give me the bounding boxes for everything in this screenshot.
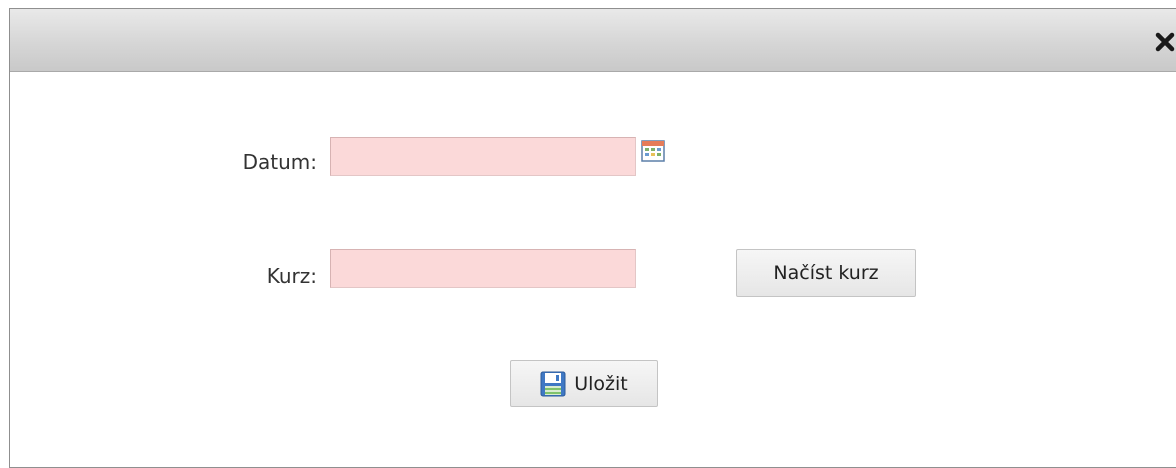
load-rate-button[interactable]: Načíst kurz: [736, 249, 916, 297]
close-icon[interactable]: [1154, 31, 1176, 53]
load-rate-button-label: Načíst kurz: [773, 262, 879, 284]
dialog: Datum: Kurz: Načíst kurz Uložit: [9, 8, 1176, 468]
calendar-icon[interactable]: [641, 140, 665, 162]
dialog-titlebar[interactable]: [10, 9, 1176, 72]
floppy-disk-icon: [540, 371, 566, 397]
date-label: Datum:: [242, 150, 317, 174]
rate-label: Kurz:: [266, 264, 317, 288]
rate-input[interactable]: [330, 249, 636, 288]
save-button[interactable]: Uložit: [510, 360, 658, 407]
date-input[interactable]: [330, 137, 636, 176]
save-button-label: Uložit: [574, 372, 628, 395]
